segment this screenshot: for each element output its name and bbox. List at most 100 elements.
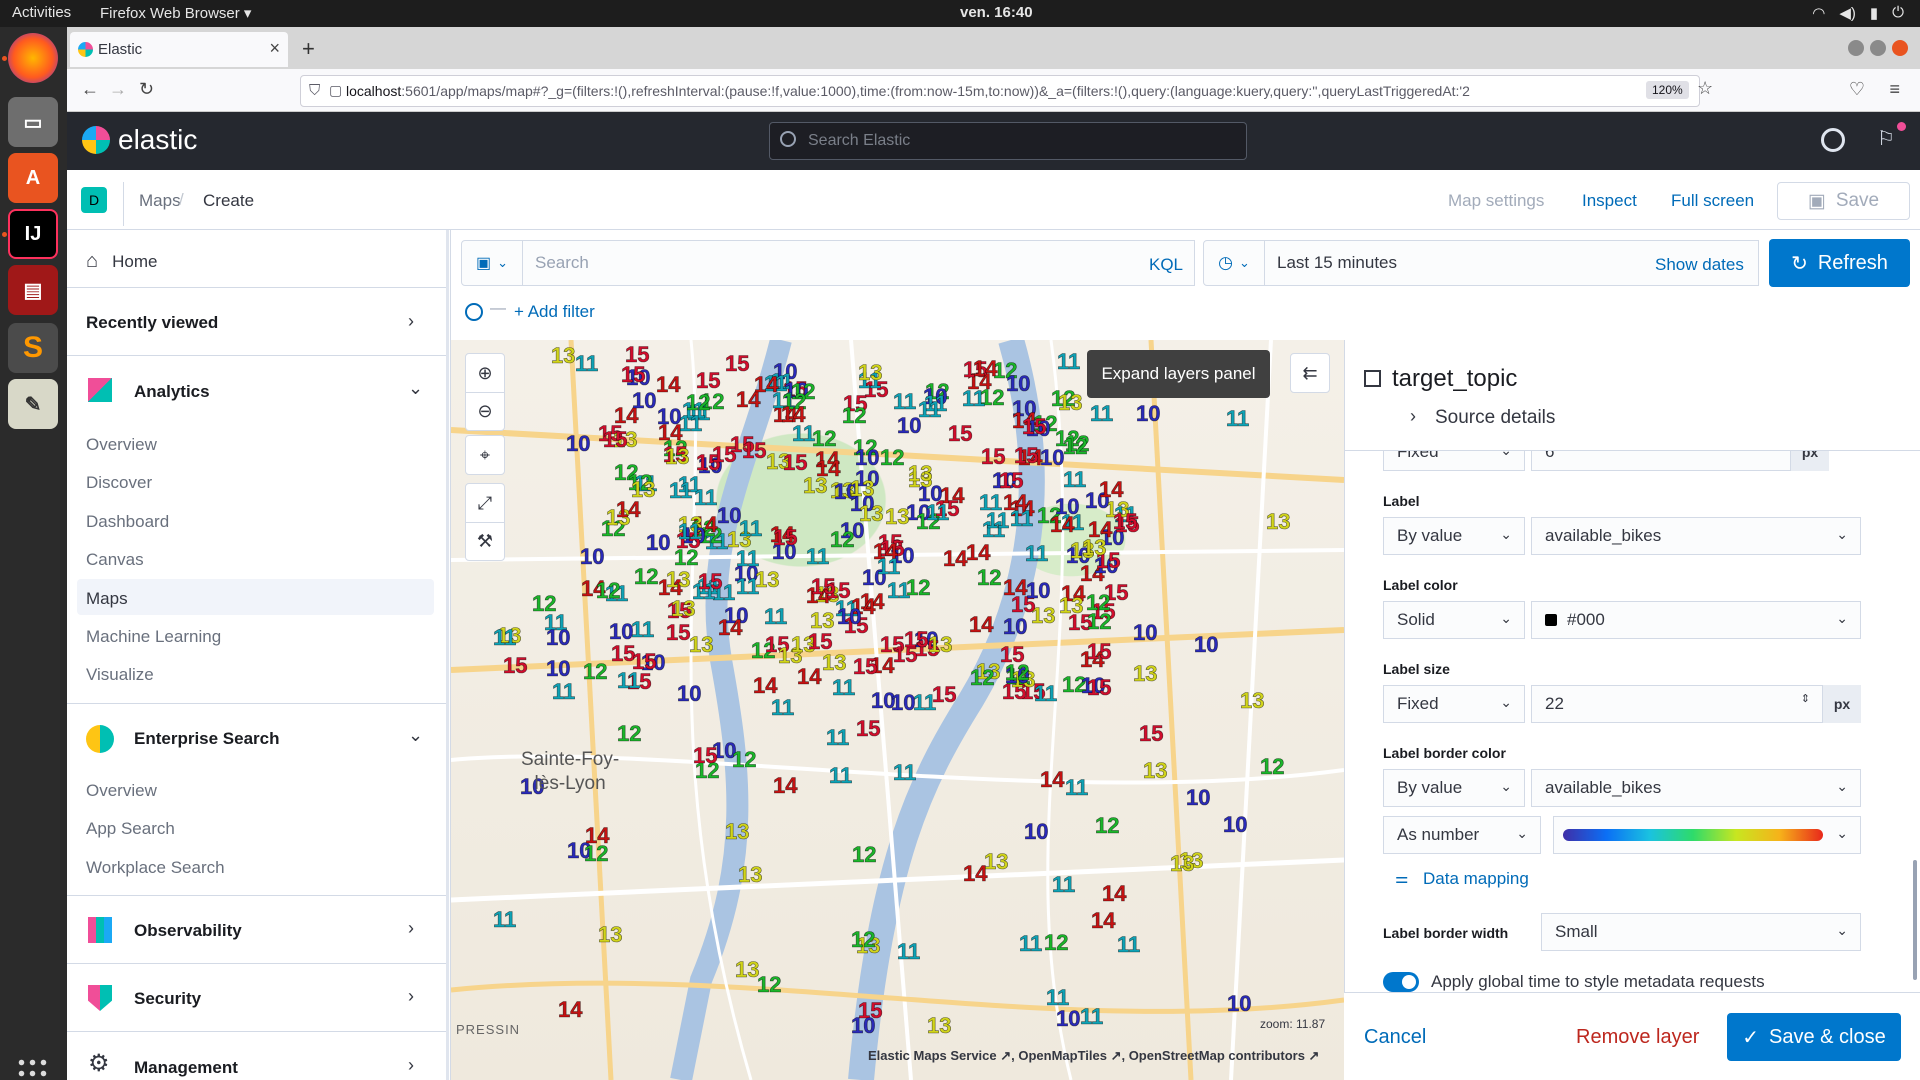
station-label[interactable]: 14 [943, 546, 968, 572]
clock[interactable]: ven. 16:40 [960, 4, 1033, 21]
station-label[interactable]: 13 [803, 473, 828, 499]
station-label[interactable]: 15 [621, 362, 646, 388]
station-label[interactable]: 15 [1113, 509, 1138, 535]
breadcrumb-maps[interactable]: Maps [139, 191, 181, 211]
station-label[interactable]: 15 [904, 627, 929, 653]
station-label[interactable]: 10 [837, 604, 862, 630]
nav-canvas[interactable]: Canvas [86, 550, 144, 570]
station-label[interactable]: 11 [1080, 1004, 1104, 1030]
station-label[interactable]: 14 [1099, 477, 1124, 503]
station-label[interactable]: 13 [928, 632, 953, 658]
station-label[interactable]: 14 [656, 372, 681, 398]
station-label[interactable]: 13 [631, 477, 656, 503]
station-label[interactable]: 11 [897, 939, 921, 965]
station-label[interactable]: 13 [1240, 688, 1265, 714]
station-label[interactable]: 12 [1005, 660, 1030, 686]
station-label[interactable]: 10 [1006, 371, 1031, 397]
station-label[interactable]: 15 [693, 743, 718, 769]
station-label[interactable]: 10 [1136, 401, 1161, 427]
label-color-picker[interactable]: #000 ⌄ [1531, 601, 1861, 639]
url-bar[interactable]: ⛉ ▢ localhost:5601/app/maps/map#?_g=(fil… [300, 75, 1700, 107]
station-label[interactable]: 10 [897, 413, 922, 439]
station-label[interactable]: 12 [1086, 590, 1111, 616]
station-label[interactable]: 10 [855, 445, 880, 471]
close-window-icon[interactable] [1892, 40, 1908, 56]
station-label[interactable]: 11 [1019, 931, 1043, 957]
station-label[interactable]: 12 [906, 575, 931, 601]
station-label[interactable]: 11 [1025, 541, 1049, 567]
station-label[interactable]: 12 [842, 403, 867, 429]
station-label[interactable]: 10 [1003, 614, 1028, 640]
station-label[interactable]: 13 [1059, 593, 1084, 619]
shield-icon[interactable]: ⛉ [309, 82, 320, 99]
query-input[interactable]: Search [523, 240, 1195, 286]
station-label[interactable]: 12 [852, 842, 877, 868]
nav-analytics-overview[interactable]: Overview [86, 435, 157, 455]
station-label[interactable]: 13 [1266, 509, 1291, 535]
newsfeed-icon[interactable]: ⚐ [1877, 126, 1895, 151]
station-label[interactable]: 10 [580, 544, 605, 570]
station-label[interactable]: 10 [1055, 494, 1080, 520]
station-label[interactable]: 15 [853, 654, 878, 680]
chevron-right-icon[interactable]: › [408, 986, 414, 1007]
station-label[interactable]: 10 [546, 625, 571, 651]
expand-layers-panel-button[interactable]: ⇇ [1290, 353, 1330, 393]
station-label[interactable]: 11 [893, 760, 917, 786]
border-width-select[interactable]: Small ⌄ [1541, 913, 1861, 951]
station-label[interactable]: 12 [812, 426, 837, 452]
station-label[interactable]: 15 [698, 569, 723, 595]
station-label[interactable]: 13 [908, 461, 933, 487]
station-label[interactable]: 13 [725, 819, 750, 845]
station-label[interactable]: 11 [694, 485, 718, 511]
station-label[interactable]: 15 [603, 427, 628, 453]
menu-icon[interactable]: ≡ [1889, 79, 1900, 100]
nav-app-search[interactable]: App Search [86, 819, 175, 839]
station-label[interactable]: 12 [686, 390, 711, 416]
bookmark-star-icon[interactable]: ☆ [1697, 78, 1713, 99]
station-label[interactable]: 13 [1082, 535, 1107, 561]
station-label[interactable]: 11 [829, 763, 853, 789]
size-mode-select[interactable]: Fixed⌄ [1383, 451, 1525, 471]
station-label[interactable]: 12 [1044, 930, 1069, 956]
text-editor-icon[interactable]: ✎ [8, 379, 58, 429]
chevron-right-icon[interactable]: › [408, 311, 414, 332]
station-label[interactable]: 10 [851, 1013, 876, 1039]
elastic-brand[interactable]: elastic [118, 124, 197, 156]
station-label[interactable]: 13 [885, 504, 910, 530]
station-label[interactable]: 10 [546, 656, 571, 682]
station-label[interactable]: 10 [566, 431, 591, 457]
station-label[interactable]: 11 [806, 544, 830, 570]
station-label[interactable]: 11 [678, 519, 702, 545]
label-size-input[interactable]: 22 ⇕ [1531, 685, 1823, 723]
station-label[interactable]: 10 [632, 388, 657, 414]
station-label[interactable]: 14 [773, 773, 798, 799]
station-label[interactable]: 11 [893, 389, 917, 415]
station-label[interactable]: 11 [669, 478, 693, 504]
show-applications-icon[interactable] [16, 1057, 48, 1080]
station-label[interactable]: 14 [1102, 881, 1127, 907]
map-attribution[interactable]: Elastic Maps Service ↗, OpenMapTiles ↗, … [868, 1048, 1319, 1064]
station-label[interactable]: 15 [1087, 639, 1112, 665]
station-label[interactable]: 12 [977, 565, 1002, 591]
observability-heading[interactable]: Observability [134, 921, 242, 941]
station-label[interactable]: 12 [596, 578, 621, 604]
station-label[interactable]: 15 [981, 444, 1006, 470]
station-label[interactable]: 12 [880, 445, 905, 471]
save-and-close-button[interactable]: ✓ Save & close [1727, 1013, 1901, 1061]
station-label[interactable]: 11 [771, 695, 795, 721]
nav-scrollbar[interactable] [446, 230, 449, 1080]
nav-enterprise-overview[interactable]: Overview [86, 781, 157, 801]
station-label[interactable]: 10 [1186, 785, 1211, 811]
station-label[interactable]: 10 [1024, 819, 1049, 845]
station-label[interactable]: 15 [632, 649, 657, 675]
source-details-toggle[interactable]: Source details [1435, 407, 1555, 429]
station-label[interactable]: 14 [1040, 767, 1065, 793]
station-label[interactable]: 13 [927, 1013, 952, 1039]
station-label[interactable]: 12 [1063, 434, 1088, 460]
tools-icon[interactable]: ⚒ [466, 522, 504, 560]
save-button[interactable]: ▣ Save [1777, 182, 1910, 220]
chevron-right-icon[interactable]: › [408, 1055, 414, 1076]
zoom-out-icon[interactable]: ⊖ [466, 392, 504, 430]
label-color-mode-select[interactable]: Solid ⌄ [1383, 601, 1525, 639]
analytics-heading[interactable]: Analytics [134, 382, 210, 402]
